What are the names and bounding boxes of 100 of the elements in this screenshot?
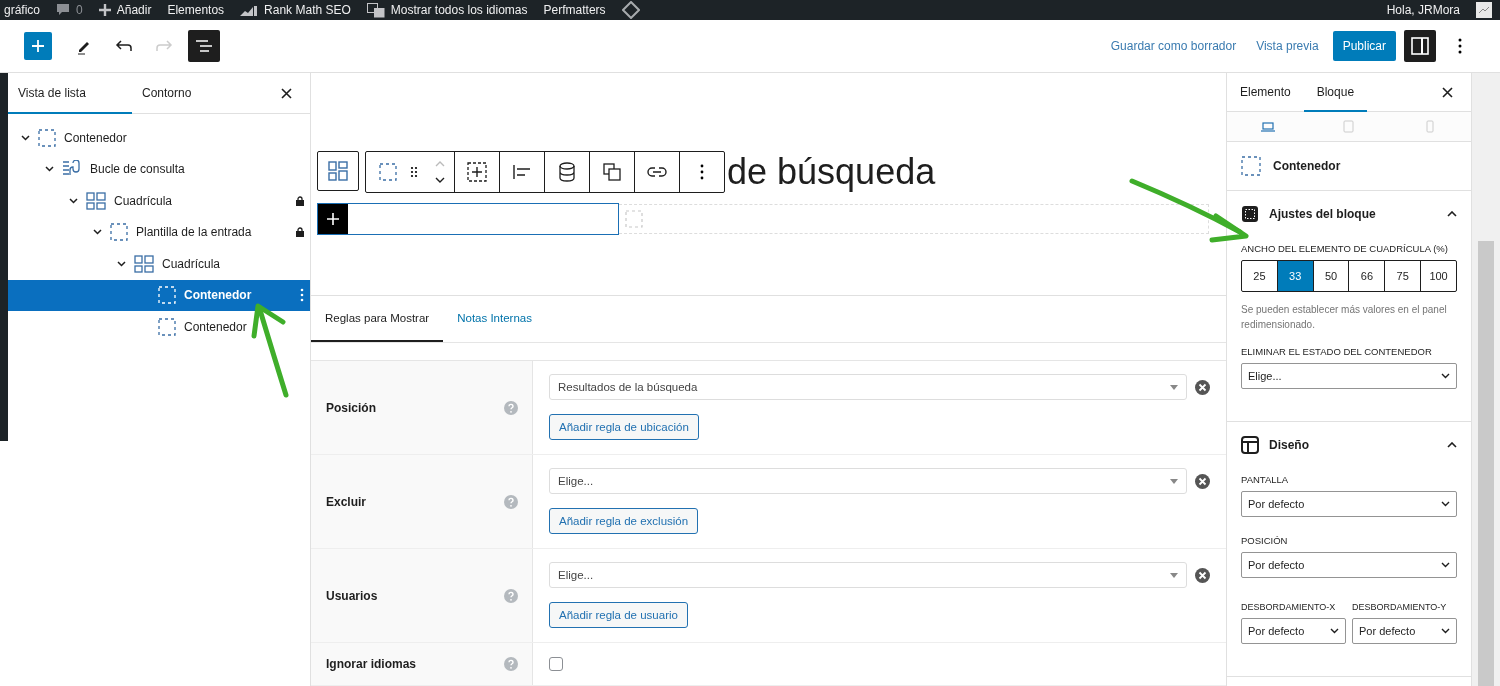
select-field[interactable]: Por defecto — [1241, 552, 1457, 578]
tree-item[interactable]: Cuadrícula — [8, 248, 310, 280]
tree-item[interactable]: Plantilla de la entrada — [8, 216, 310, 248]
tree-item[interactable]: Cuadrícula — [8, 185, 310, 217]
admin-bar-link[interactable]: gráfico — [4, 3, 41, 17]
select-field[interactable]: Por defecto — [1241, 491, 1457, 517]
scrollbar[interactable] — [1471, 73, 1500, 686]
close-icon[interactable] — [1442, 86, 1453, 98]
dropdown-arrow-icon — [1170, 478, 1178, 484]
rule-select[interactable]: Resultados de la búsqueda — [549, 374, 1187, 400]
width-option[interactable]: 33 — [1276, 261, 1313, 291]
field-label: PANTALLA — [1241, 474, 1290, 485]
list-view-button[interactable] — [188, 30, 220, 62]
width-option[interactable]: 66 — [1348, 261, 1385, 291]
seo-link[interactable]: Rank Math SEO — [240, 3, 351, 17]
add-rule-button[interactable]: Añadir regla de ubicación — [549, 414, 699, 440]
align-left-icon — [513, 165, 531, 179]
checkbox[interactable] — [549, 657, 563, 671]
chevron-down-icon[interactable] — [92, 229, 102, 236]
sidebar-tab[interactable]: Elemento — [1227, 73, 1304, 112]
chevron-down-icon — [1441, 562, 1450, 568]
tablet-icon — [1343, 120, 1355, 133]
tree-item[interactable]: Contenedor — [8, 279, 310, 311]
bar-chart-icon — [240, 4, 259, 16]
field-label: DESBORDAMIENTO-Y — [1352, 602, 1448, 612]
rule-select[interactable]: Elige... — [549, 562, 1187, 588]
rule-select[interactable]: Elige... — [549, 468, 1187, 494]
tree-item[interactable]: Contenedor — [8, 311, 310, 343]
database-icon — [558, 162, 576, 182]
comments-link[interactable]: 0 — [56, 3, 83, 17]
admin-bar-link[interactable]: Elementos — [167, 3, 225, 17]
remove-icon[interactable] — [1195, 379, 1210, 395]
undo-icon — [115, 39, 133, 53]
more-vertical-icon[interactable] — [300, 288, 304, 303]
settings-button[interactable] — [1404, 30, 1436, 62]
panel-header[interactable]: Ajustes del bloque — [1241, 191, 1457, 237]
plus-icon — [98, 4, 111, 16]
width-option[interactable]: 75 — [1384, 261, 1421, 291]
tree-item[interactable]: Bucle de consulta — [8, 153, 310, 185]
lock-icon — [296, 195, 304, 206]
container-icon — [379, 163, 397, 181]
phone-icon — [1426, 120, 1435, 133]
panel-header[interactable]: Diseño — [1241, 422, 1457, 468]
add-container-icon — [467, 162, 487, 182]
panel-tab[interactable]: Vista de lista — [8, 73, 132, 114]
languages-link[interactable]: Mostrar todos los idiomas — [366, 2, 528, 18]
publish-button[interactable]: Publicar — [1332, 31, 1396, 61]
help-text: Se pueden establecer más valores en el panel redimensionado. — [1241, 303, 1448, 332]
add-rule-button[interactable]: Añadir regla de exclusión — [549, 508, 699, 534]
more-vertical-icon — [1458, 38, 1462, 54]
avatar-icon[interactable] — [1476, 2, 1492, 18]
field-label: DESBORDAMIENTO-X — [1241, 602, 1337, 612]
select-field[interactable]: Elige... — [1241, 363, 1457, 389]
add-block-button[interactable] — [318, 204, 348, 234]
chevron-down-icon — [1441, 628, 1450, 634]
block-settings-icon — [1241, 205, 1259, 223]
rule-label: Excluir — [326, 494, 367, 509]
tree-item[interactable]: Contenedor — [8, 122, 310, 154]
admin-bar-link[interactable]: Perfmatters — [543, 3, 606, 17]
select-field[interactable]: Por defecto — [1241, 618, 1346, 644]
width-option[interactable]: 100 — [1420, 261, 1456, 291]
width-option[interactable]: 25 — [1242, 261, 1277, 291]
layout-icon — [1241, 436, 1259, 454]
chevron-up-icon — [1447, 211, 1457, 217]
save-draft-button[interactable]: Guardar como borrador — [1104, 31, 1243, 61]
remove-icon[interactable] — [1195, 567, 1210, 583]
container-icon — [1241, 156, 1261, 176]
dropdown-arrow-icon — [1170, 384, 1178, 390]
field-label: POSICIÓN — [1241, 535, 1289, 546]
chevron-down-icon[interactable] — [116, 260, 126, 267]
remove-icon[interactable] — [1195, 473, 1210, 489]
rule-label: Usuarios — [326, 588, 378, 603]
close-icon[interactable] — [281, 87, 292, 99]
block-name: Contenedor — [1273, 159, 1341, 173]
chevron-down-icon[interactable] — [20, 134, 30, 141]
add-rule-button[interactable]: Añadir regla de usuario — [549, 602, 688, 628]
panel-tab[interactable]: Contorno — [132, 73, 256, 114]
dropdown-arrow-icon — [1170, 572, 1178, 578]
width-option[interactable]: 50 — [1312, 261, 1349, 291]
container-icon — [110, 223, 128, 242]
sidebar-icon — [1411, 37, 1429, 55]
add-new-link[interactable]: Añadir — [98, 3, 152, 17]
meta-tab[interactable]: Reglas para Mostrar — [311, 296, 444, 342]
select-field[interactable]: Por defecto — [1352, 618, 1457, 644]
container-icon — [158, 317, 176, 336]
rule-label: Ignorar idiomas — [326, 657, 417, 671]
container-icon — [158, 286, 176, 305]
meta-tab[interactable]: Notas Internas — [443, 296, 546, 342]
redo-icon — [155, 39, 173, 53]
chevron-down-icon — [1330, 628, 1339, 634]
diamond-icon[interactable] — [621, 1, 640, 19]
page-heading: de búsqueda — [727, 151, 936, 193]
chevron-down-icon[interactable] — [68, 197, 78, 204]
drag-handle-icon[interactable] — [410, 166, 418, 178]
chevron-down-icon[interactable] — [44, 166, 54, 173]
preview-button[interactable]: Vista previa — [1250, 31, 1325, 61]
account-link[interactable]: Hola, JRMora — [1386, 3, 1460, 17]
container-icon — [38, 128, 56, 147]
grid-block-button[interactable] — [317, 151, 359, 191]
selected-block[interactable] — [317, 203, 619, 235]
